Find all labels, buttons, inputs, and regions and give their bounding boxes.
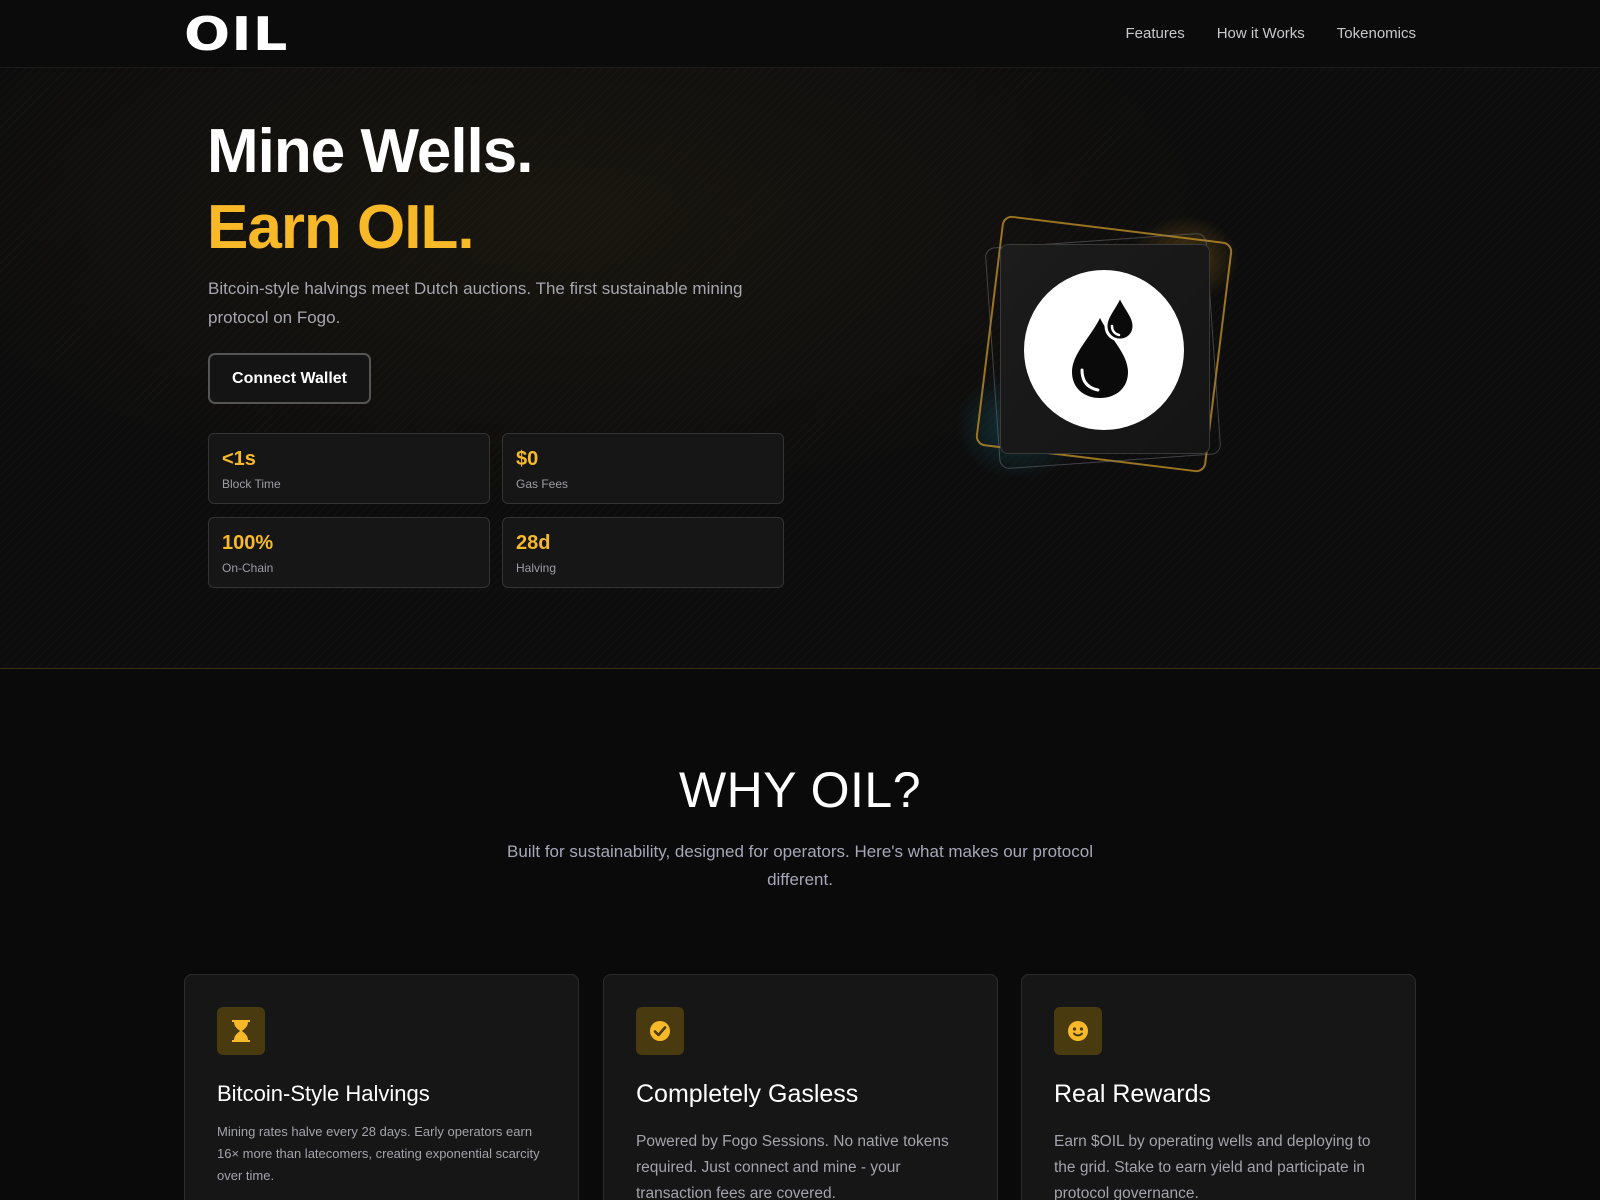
hero-subtitle: Bitcoin-style halvings meet Dutch auctio… (208, 279, 743, 327)
card-title: Bitcoin-Style Halvings (217, 1081, 430, 1106)
feature-card-rewards: Real Rewards Earn $OIL by operating well… (1021, 974, 1416, 1200)
hero-title-line1: Mine Wells. (207, 117, 533, 186)
feature-card-halvings: Bitcoin-Style Halvings Mining rates halv… (184, 974, 579, 1200)
stat-value: $0 (516, 448, 539, 470)
stat-on-chain: 100% On-Chain (208, 517, 490, 588)
site-header: OIL Features How it Works Tokenomics (0, 0, 1600, 68)
hero-title-line2: Earn OIL. (207, 193, 475, 262)
stat-label: Halving (516, 561, 557, 575)
nav-tokenomics-link[interactable]: Tokenomics (1337, 24, 1416, 44)
stat-label: Block Time (222, 477, 281, 491)
card-description: Powered by Fogo Sessions. No native toke… (636, 1133, 949, 1200)
smiley-icon (1054, 1007, 1102, 1055)
hero-section: Mine Wells. Earn OIL. Bitcoin-style halv… (0, 68, 1600, 669)
nav-how-it-works-link[interactable]: How it Works (1217, 24, 1305, 44)
stat-value: <1s (222, 448, 256, 470)
stat-label: On-Chain (222, 561, 274, 575)
connect-wallet-button[interactable]: Connect Wallet (208, 353, 371, 404)
card-title: Real Rewards (1054, 1080, 1212, 1108)
card-description: Earn $OIL by operating wells and deployi… (1054, 1133, 1371, 1200)
stat-value: 100% (222, 532, 274, 554)
nav-features-link[interactable]: Features (1126, 24, 1185, 44)
stat-label: Gas Fees (516, 477, 569, 491)
why-subtitle: Built for sustainability, designed for o… (507, 842, 1093, 889)
stat-value: 28d (516, 532, 551, 554)
card-title: Completely Gasless (636, 1080, 859, 1108)
why-title: WHY OIL? (678, 762, 922, 818)
stat-halving: 28d Halving (502, 517, 784, 588)
feature-card-gasless: Completely Gasless Powered by Fogo Sessi… (603, 974, 998, 1200)
main-nav: Features How it Works Tokenomics (1126, 24, 1416, 44)
card-description: Mining rates halve every 28 days. Early … (217, 1124, 540, 1183)
oil-drop-badge (1024, 270, 1184, 430)
hourglass-icon (217, 1007, 265, 1055)
oil-logo[interactable]: OIL (184, 10, 288, 58)
stat-gas-fees: $0 Gas Fees (502, 433, 784, 504)
check-circle-icon (636, 1007, 684, 1055)
oil-drop-icon (1072, 296, 1136, 398)
stat-block-time: <1s Block Time (208, 433, 490, 504)
